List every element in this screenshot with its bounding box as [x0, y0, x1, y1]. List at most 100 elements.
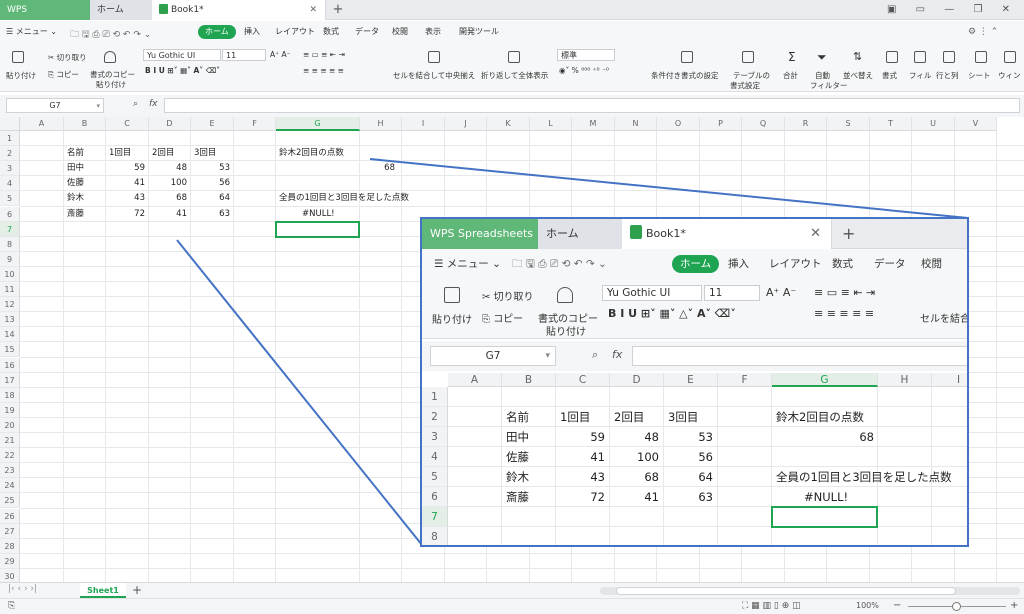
column-header-g[interactable]: G	[276, 117, 360, 131]
wrap-text-icon[interactable]	[508, 51, 520, 63]
sort-button[interactable]: 並べ替え	[843, 70, 873, 81]
menu-tab-home[interactable]: ホーム	[198, 25, 236, 39]
format-icon[interactable]	[886, 51, 898, 63]
font-size-select[interactable]: 11	[222, 49, 266, 61]
row-header-8[interactable]: 8	[0, 236, 20, 252]
sheet-nav-arrows[interactable]: |‹ ‹ › ›|	[8, 584, 37, 594]
column-header-r[interactable]: R	[785, 117, 827, 131]
copy-button[interactable]: ⎘ コピー	[48, 69, 79, 80]
sheet-icon[interactable]	[975, 51, 987, 63]
column-header-u[interactable]: U	[912, 117, 955, 131]
font-grow-shrink[interactable]: A⁺ A⁻	[270, 50, 291, 59]
cell-d4[interactable]: 100	[149, 176, 187, 191]
paste-button[interactable]: 貼り付け	[6, 70, 36, 81]
fill-icon[interactable]	[914, 51, 926, 63]
window-button[interactable]: ウィン	[998, 70, 1021, 81]
settings-icon[interactable]: ⚙ ⋮ ⌃	[968, 27, 998, 37]
number-format-buttons[interactable]: ◉˅ % ⁰⁰⁰ ⁺⁰ ⁻⁰	[559, 66, 609, 75]
menu-tab-review[interactable]: 校閲	[392, 25, 408, 39]
column-header-f[interactable]: F	[234, 117, 276, 131]
add-sheet-button[interactable]: +	[132, 583, 142, 597]
zoom-formula-icon[interactable]: ⌕	[133, 99, 138, 109]
cell-b5[interactable]: 鈴木	[67, 191, 84, 206]
zoom-slider-knob[interactable]	[952, 602, 961, 611]
macro-icon[interactable]: ⎘	[8, 601, 15, 611]
row-header-21[interactable]: 21	[0, 433, 20, 449]
menu-tab-formulas[interactable]: 数式	[323, 25, 339, 39]
sheet-tab-sheet1[interactable]: Sheet1	[80, 583, 126, 598]
cell-e2[interactable]: 3回目	[194, 146, 216, 161]
zoom-out-button[interactable]: −	[893, 600, 901, 611]
row-col-icon[interactable]	[943, 51, 955, 63]
cell-d6[interactable]: 41	[149, 207, 187, 222]
column-header-q[interactable]: Q	[742, 117, 785, 131]
cell-d2[interactable]: 2回目	[152, 146, 174, 161]
row-header-23[interactable]: 23	[0, 463, 20, 479]
filter-icon[interactable]: ⏷	[817, 50, 827, 65]
menu-tab-view[interactable]: 表示	[425, 25, 441, 39]
row-header-28[interactable]: 28	[0, 538, 20, 554]
row-header-25[interactable]: 25	[0, 493, 20, 509]
window-controls[interactable]: ▣ ▭ — ❐ ✕	[887, 0, 1018, 20]
cell-d3[interactable]: 48	[149, 161, 187, 176]
column-header-j[interactable]: J	[445, 117, 487, 131]
sort-icon[interactable]: ⇅	[853, 50, 862, 63]
row-header-5[interactable]: 5	[0, 191, 20, 207]
quick-access-toolbar[interactable]: 🗀 🖫 ⎙ ⎚ ⟲ ↶ ↷ ⌄	[70, 27, 151, 43]
row-header-7[interactable]: 7	[0, 221, 20, 237]
row-header-2[interactable]: 2	[0, 146, 20, 162]
font-name-select[interactable]: Yu Gothic UI	[143, 49, 221, 61]
menu-tab-insert[interactable]: 挿入	[244, 25, 260, 39]
number-format-select[interactable]: 標準	[557, 49, 615, 61]
row-header-20[interactable]: 20	[0, 417, 20, 433]
menu-tab-layout[interactable]: レイアウト	[275, 25, 315, 39]
cell-e6[interactable]: 63	[191, 207, 230, 222]
column-header-e[interactable]: E	[191, 117, 234, 131]
column-header-c[interactable]: C	[106, 117, 149, 131]
cell-g5[interactable]: 全員の1回目と3回目を足した点数	[279, 191, 409, 206]
merge-center-icon[interactable]	[428, 51, 440, 63]
chevron-down-icon[interactable]: ▾	[96, 99, 100, 113]
format-painter-icon[interactable]	[104, 51, 116, 63]
cell-c3[interactable]: 59	[106, 161, 145, 176]
cell-b4[interactable]: 佐藤	[67, 176, 84, 191]
cell-b2[interactable]: 名前	[67, 146, 84, 161]
column-header-b[interactable]: B	[64, 117, 106, 131]
column-header-s[interactable]: S	[827, 117, 870, 131]
format-button[interactable]: 書式	[882, 70, 897, 81]
conditional-format-button[interactable]: 条件付き書式の設定	[651, 70, 719, 81]
column-header-k[interactable]: K	[487, 117, 530, 131]
column-header-a[interactable]: A	[20, 117, 64, 131]
menu-tab-developer[interactable]: 開発ツール	[459, 25, 499, 39]
cut-button[interactable]: ✂ 切り取り	[48, 52, 87, 63]
fill-button[interactable]: フィル	[909, 70, 931, 81]
menu-tab-data[interactable]: データ	[355, 25, 379, 39]
merge-center-button[interactable]: セルを結合して中央揃え	[393, 70, 475, 81]
column-header-p[interactable]: P	[700, 117, 742, 131]
cell-g2[interactable]: 鈴木2回目の点数	[279, 146, 344, 161]
sheet-button[interactable]: シート	[968, 70, 991, 81]
row-header-12[interactable]: 12	[0, 297, 20, 313]
row-header-6[interactable]: 6	[0, 206, 20, 222]
zoom-level[interactable]: 100%	[856, 601, 879, 610]
column-header-m[interactable]: M	[572, 117, 615, 131]
horizontal-align-buttons[interactable]: ≡ ≡ ≡ ≡ ≡	[303, 66, 344, 75]
conditional-format-icon[interactable]	[681, 51, 693, 63]
row-header-27[interactable]: 27	[0, 523, 20, 539]
column-header-h[interactable]: H	[360, 117, 402, 131]
cell-e3[interactable]: 53	[191, 161, 230, 176]
row-header-24[interactable]: 24	[0, 478, 20, 494]
menu-button[interactable]: ☰ メニュー ⌄	[6, 25, 57, 39]
row-header-4[interactable]: 4	[0, 176, 20, 192]
sum-icon[interactable]: Σ	[788, 50, 796, 64]
tab-book1[interactable]: Book1* ✕	[152, 0, 326, 20]
row-header-29[interactable]: 29	[0, 553, 20, 569]
horizontal-scrollbar[interactable]	[600, 587, 1020, 595]
row-header-22[interactable]: 22	[0, 448, 20, 464]
name-box[interactable]: G7 ▾	[6, 98, 104, 113]
view-mode-buttons[interactable]: ⛶ ▦ ▥ ▯ ⊕ ◫	[742, 601, 801, 611]
new-tab-button[interactable]: +	[330, 0, 346, 20]
zoom-in-button[interactable]: +	[1010, 600, 1018, 611]
select-all-corner[interactable]	[0, 117, 20, 131]
sum-button[interactable]: 合計	[783, 70, 798, 81]
